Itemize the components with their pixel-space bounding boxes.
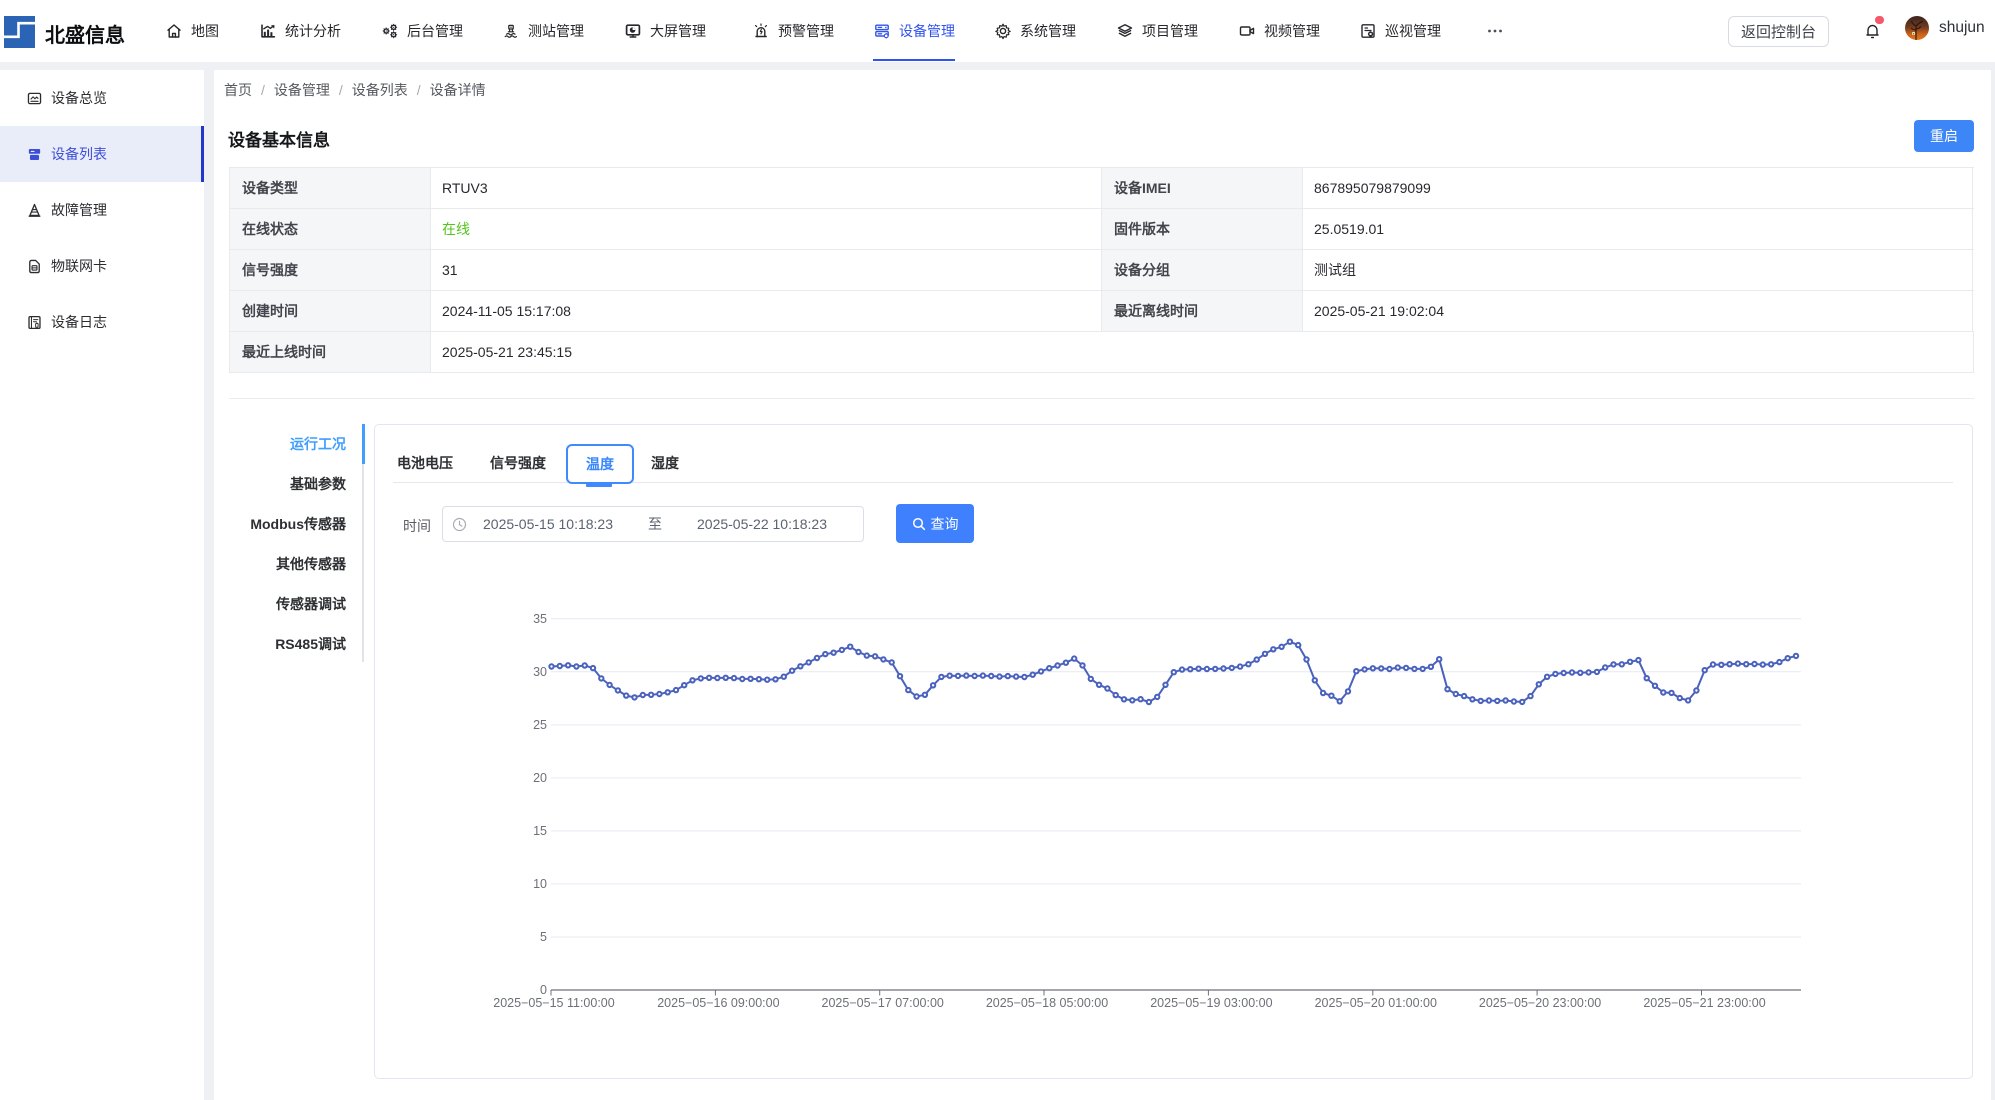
- svg-text:2025−05−20 01:00:00: 2025−05−20 01:00:00: [1315, 996, 1437, 1010]
- svg-text:10: 10: [533, 877, 547, 891]
- svg-text:2025−05−16 09:00:00: 2025−05−16 09:00:00: [657, 996, 779, 1010]
- svg-text:2025−05−18 05:00:00: 2025−05−18 05:00:00: [986, 996, 1108, 1010]
- svg-text:2025−05−21 23:00:00: 2025−05−21 23:00:00: [1643, 996, 1765, 1010]
- svg-text:35: 35: [533, 612, 547, 626]
- svg-text:15: 15: [533, 824, 547, 838]
- svg-text:5: 5: [540, 930, 547, 944]
- svg-text:2025−05−17 07:00:00: 2025−05−17 07:00:00: [822, 996, 944, 1010]
- svg-text:20: 20: [533, 771, 547, 785]
- svg-text:2025−05−15 11:00:00: 2025−05−15 11:00:00: [493, 996, 614, 1010]
- svg-text:2025−05−19 03:00:00: 2025−05−19 03:00:00: [1150, 996, 1272, 1010]
- svg-text:25: 25: [533, 718, 547, 732]
- svg-text:2025−05−20 23:00:00: 2025−05−20 23:00:00: [1479, 996, 1601, 1010]
- svg-text:30: 30: [533, 665, 547, 679]
